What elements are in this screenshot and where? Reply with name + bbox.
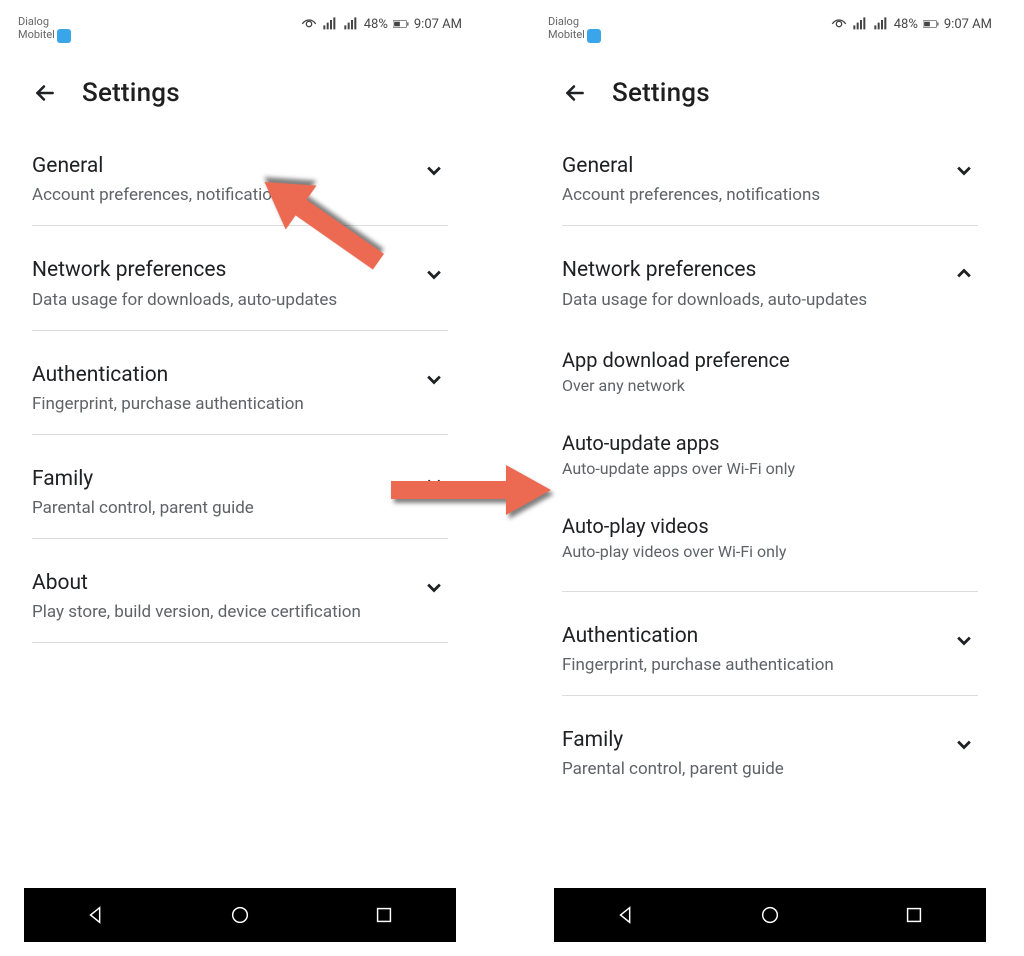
signal-icon [852, 16, 868, 32]
battery-icon [923, 16, 939, 32]
carrier-1: Dialog [18, 15, 49, 28]
chevron-down-icon [420, 260, 448, 288]
item-title: About [32, 569, 410, 597]
nav-back-icon[interactable] [615, 904, 637, 926]
chevron-up-icon [950, 260, 978, 288]
item-subtitle: Account preferences, notifications [562, 184, 940, 207]
item-about[interactable]: About Play store, build version, device … [32, 539, 448, 643]
battery-icon [393, 16, 409, 32]
carrier-2: Mobitel [548, 28, 585, 41]
eye-care-icon [831, 16, 847, 32]
nav-recent-icon[interactable] [373, 904, 395, 926]
nav-home-icon[interactable] [759, 904, 781, 926]
nav-home-icon[interactable] [229, 904, 251, 926]
battery-pct: 48% [364, 17, 388, 32]
page-title: Settings [82, 78, 180, 108]
chevron-down-icon [420, 156, 448, 184]
item-title: General [562, 152, 940, 180]
item-family[interactable]: Family Parental control, parent guide [562, 696, 978, 799]
item-general[interactable]: General Account preferences, notificatio… [562, 122, 978, 226]
chevron-down-icon [950, 156, 978, 184]
chevron-down-icon [950, 730, 978, 758]
sub-item-auto-play-videos[interactable]: Auto-play videos Auto-play videos over W… [562, 496, 978, 592]
sub-item-app-download-preference[interactable]: App download preference Over any network [562, 330, 978, 413]
item-subtitle: Auto-play videos over Wi-Fi only [562, 542, 978, 561]
android-navbar [554, 888, 986, 942]
eye-care-icon [301, 16, 317, 32]
item-title: Authentication [562, 622, 940, 650]
page-title: Settings [612, 78, 710, 108]
item-title: Auto-play videos [562, 514, 978, 538]
item-title: Family [32, 465, 410, 493]
battery-pct: 48% [894, 17, 918, 32]
annotation-arrow-2 [386, 455, 556, 525]
item-subtitle: Over any network [562, 376, 978, 395]
chevron-down-icon [420, 365, 448, 393]
signal-icon-2 [343, 16, 359, 32]
signal-icon [322, 16, 338, 32]
carrier-2: Mobitel [18, 28, 55, 41]
status-bar: Dialog Mobitel 48% 9:07 AM [10, 10, 470, 50]
clock: 9:07 AM [414, 17, 462, 32]
item-authentication[interactable]: Authentication Fingerprint, purchase aut… [32, 331, 448, 435]
notification-app-icon [587, 29, 601, 43]
topbar: Settings [10, 50, 470, 122]
item-authentication[interactable]: Authentication Fingerprint, purchase aut… [562, 592, 978, 696]
item-subtitle: Fingerprint, purchase authentication [32, 393, 410, 416]
back-icon[interactable] [562, 80, 588, 106]
signal-icon-2 [873, 16, 889, 32]
item-subtitle: Parental control, parent guide [32, 497, 410, 520]
sub-item-auto-update-apps[interactable]: Auto-update apps Auto-update apps over W… [562, 413, 978, 496]
topbar: Settings [540, 50, 1000, 122]
item-title: Auto-update apps [562, 431, 978, 455]
settings-list: General Account preferences, notificatio… [540, 122, 1000, 799]
phone-right: Dialog Mobitel 48% 9:07 AM Settings Gene… [540, 10, 1000, 942]
chevron-down-icon [420, 573, 448, 601]
item-title: Family [562, 726, 940, 754]
item-subtitle: Auto-update apps over Wi-Fi only [562, 459, 978, 478]
android-navbar [24, 888, 456, 942]
item-subtitle: Fingerprint, purchase authentication [562, 654, 940, 677]
item-title: Authentication [32, 361, 410, 389]
clock: 9:07 AM [944, 17, 992, 32]
nav-recent-icon[interactable] [903, 904, 925, 926]
chevron-down-icon [950, 626, 978, 654]
notification-app-icon [57, 29, 71, 43]
item-title: App download preference [562, 348, 978, 372]
item-network-preferences[interactable]: Network preferences Data usage for downl… [562, 226, 978, 329]
item-subtitle: Data usage for downloads, auto-updates [562, 289, 940, 312]
item-subtitle: Play store, build version, device certif… [32, 601, 410, 624]
nav-back-icon[interactable] [85, 904, 107, 926]
carrier-1: Dialog [548, 15, 579, 28]
status-bar: Dialog Mobitel 48% 9:07 AM [540, 10, 1000, 50]
item-title: Network preferences [562, 256, 940, 284]
back-icon[interactable] [32, 80, 58, 106]
item-subtitle: Parental control, parent guide [562, 758, 940, 781]
